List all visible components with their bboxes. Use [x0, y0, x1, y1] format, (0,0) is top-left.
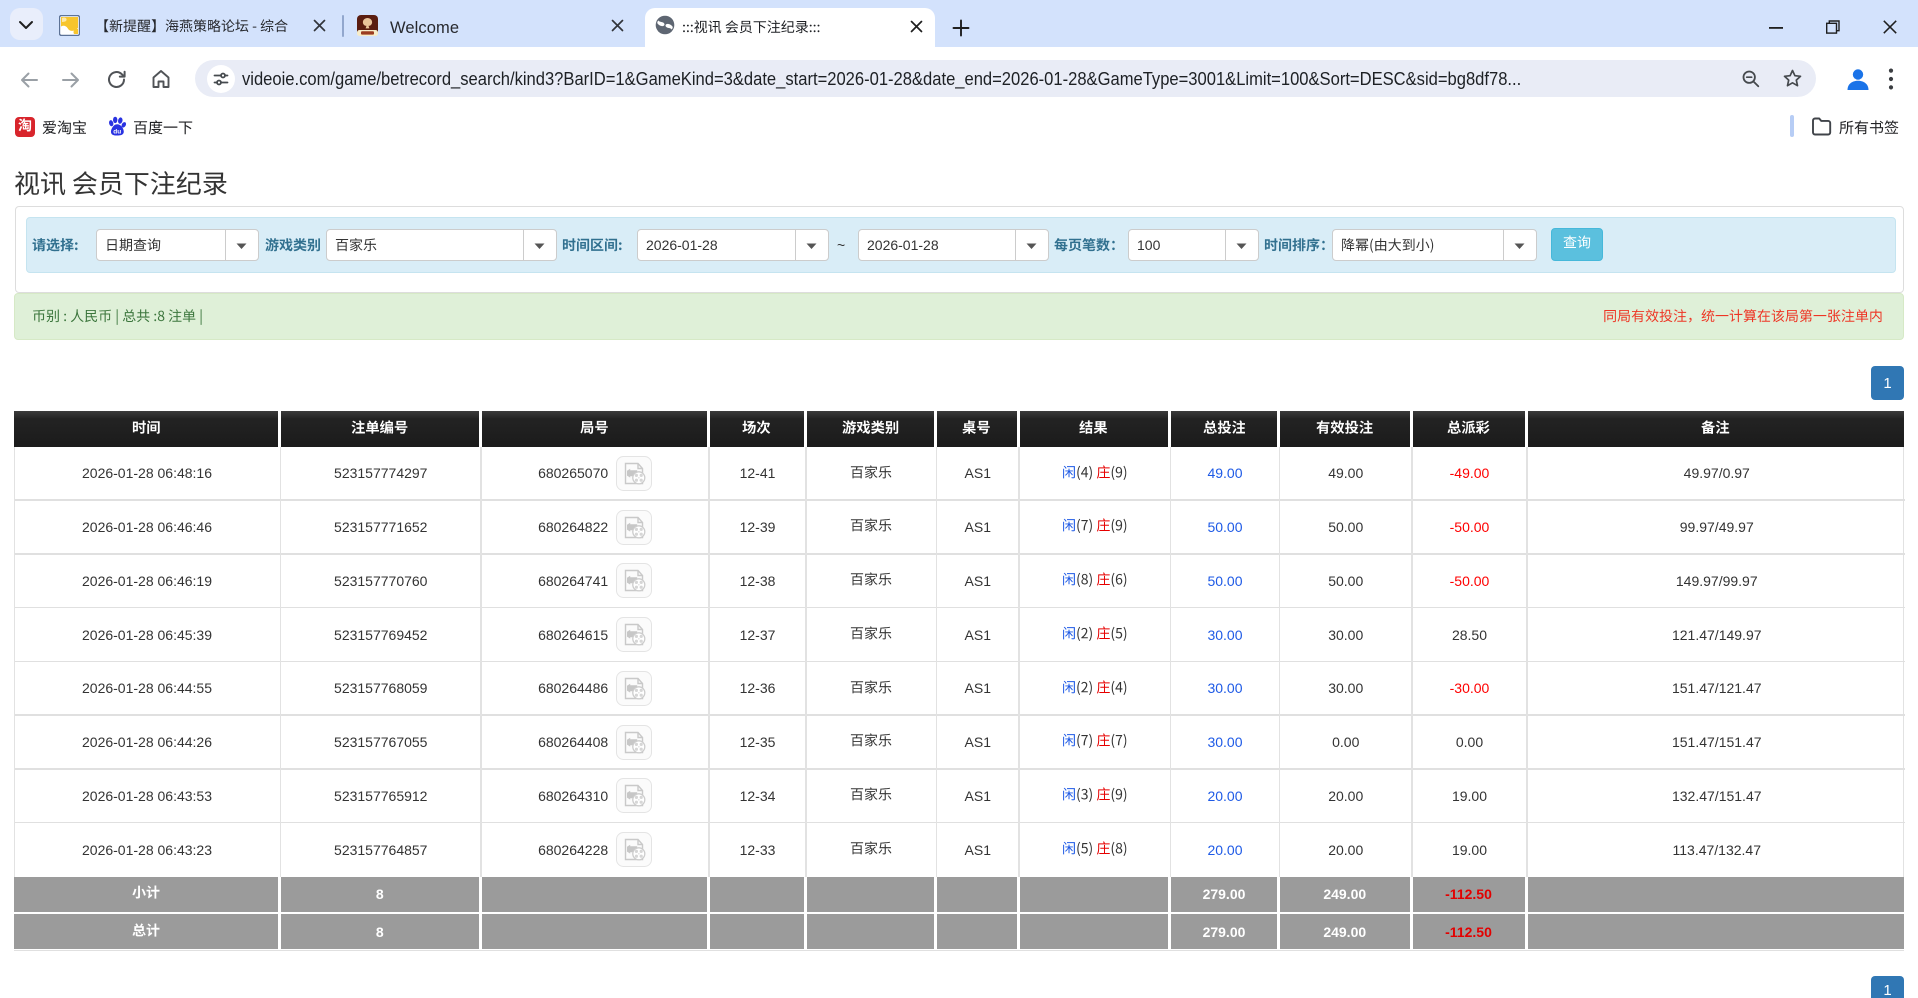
svg-text:du: du — [113, 128, 121, 135]
